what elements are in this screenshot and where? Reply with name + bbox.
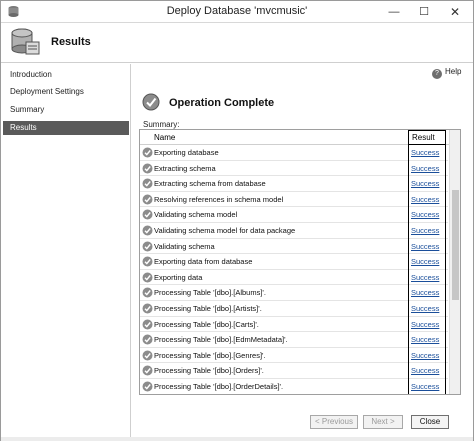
success-check-icon: [142, 365, 153, 376]
step-name: Processing Table '[dbo].[Albums]'.: [154, 288, 266, 298]
step-name: Resolving references in schema model: [154, 194, 284, 204]
table-row: Extracting schema from database Success: [140, 176, 448, 192]
step-name: Validating schema: [154, 241, 215, 251]
title-bar: Deploy Database 'mvcmusic' — ☐ ✕: [1, 1, 473, 23]
success-check-icon: [142, 319, 153, 330]
step-name: Validating schema model for data package: [154, 225, 296, 235]
summary-label: Summary:: [143, 120, 180, 129]
step-result-link[interactable]: Success: [408, 238, 446, 255]
maximize-button[interactable]: ☐: [413, 4, 435, 20]
sidebar-item-introduction[interactable]: Introduction: [3, 68, 129, 82]
step-name: Extracting schema from database: [154, 179, 266, 189]
table-row: Exporting database Success: [140, 145, 448, 161]
step-name: Extracting schema: [154, 163, 216, 173]
table-row: Processing Table '[dbo].[Artists]'. Succe…: [140, 300, 448, 317]
success-check-icon: [142, 303, 153, 314]
database-deploy-icon: [11, 28, 40, 55]
page-title: Results: [51, 36, 91, 48]
step-name: Exporting data from database: [154, 257, 253, 267]
table-row: Processing Table '[dbo].[Albums]'. Succes…: [140, 285, 448, 301]
step-name: Processing Table '[dbo].[EdmMetadata]'.: [154, 335, 288, 345]
success-check-icon: [142, 194, 153, 205]
summary-table: Name Result Exporting database Success Ex…: [139, 129, 461, 395]
table-row: Exporting data Success: [140, 269, 448, 286]
success-check-icon: [142, 334, 153, 345]
sidebar-item-summary[interactable]: Summary: [3, 103, 129, 117]
help-icon: ?: [432, 69, 442, 79]
table-rows: Exporting database Success Extracting sch…: [140, 145, 448, 394]
next-button[interactable]: Next >: [363, 415, 403, 429]
step-result-link[interactable]: Success: [408, 332, 446, 348]
deploy-database-window: Deploy Database 'mvcmusic' — ☐ ✕ Results…: [0, 0, 474, 441]
step-name: Exporting data: [154, 272, 203, 282]
operation-status-title: Operation Complete: [169, 97, 275, 109]
step-result-link[interactable]: Success: [408, 145, 446, 161]
close-button[interactable]: Close: [411, 415, 449, 429]
table-row: Validating schema Success: [140, 238, 448, 255]
success-check-icon: [142, 178, 153, 189]
step-result-link[interactable]: Success: [408, 363, 446, 379]
step-result-link[interactable]: Success: [408, 222, 446, 239]
column-header-result[interactable]: Result: [408, 130, 446, 145]
scrollbar-thumb[interactable]: [452, 190, 459, 300]
sidebar-item-results[interactable]: Results: [3, 121, 129, 135]
step-result-link[interactable]: Success: [408, 378, 446, 394]
help-label: Help: [445, 67, 462, 76]
step-name: Processing Table '[dbo].[Orders]'.: [154, 366, 264, 376]
success-check-icon: [142, 272, 153, 283]
success-check-icon: [142, 350, 153, 361]
step-result-link[interactable]: Success: [408, 269, 446, 286]
success-check-icon: [142, 147, 153, 158]
step-result-link[interactable]: Success: [408, 207, 446, 223]
table-row: Exporting data from database Success: [140, 254, 448, 270]
step-result-link[interactable]: Success: [408, 254, 446, 270]
table-row: Processing Table '[dbo].[EdmMetadata]'. S…: [140, 332, 448, 348]
table-row: Validating schema model Success: [140, 207, 448, 223]
success-check-icon: [142, 225, 153, 236]
table-row: Resolving references in schema model Succ…: [140, 191, 448, 208]
success-check-icon: [142, 287, 153, 298]
previous-button[interactable]: < Previous: [310, 415, 358, 429]
table-row: Processing Table '[dbo].[Orders]'. Succes…: [140, 363, 448, 379]
success-check-icon: [142, 381, 153, 392]
step-name: Processing Table '[dbo].[Artists]'.: [154, 303, 262, 313]
success-check-icon: [142, 241, 153, 252]
table-row: Validating schema model for data package…: [140, 222, 448, 239]
step-result-link[interactable]: Success: [408, 316, 446, 333]
bottom-edge: [1, 437, 473, 441]
step-result-link[interactable]: Success: [408, 191, 446, 208]
step-result-link[interactable]: Success: [408, 347, 446, 364]
step-result-link[interactable]: Success: [408, 176, 446, 192]
step-result-link[interactable]: Success: [408, 285, 446, 301]
table-row: Processing Table '[dbo].[Genres]'. Succes…: [140, 347, 448, 364]
column-header-name: Name: [154, 133, 176, 142]
step-result-link[interactable]: Success: [408, 300, 446, 317]
step-result-link[interactable]: Success: [408, 160, 446, 177]
step-name: Processing Table '[dbo].[Genres]'.: [154, 350, 266, 360]
sidebar-item-deployment-settings[interactable]: Deployment Settings: [3, 85, 129, 99]
success-check-icon: [142, 209, 153, 220]
minimize-button[interactable]: —: [383, 4, 405, 20]
table-row: Processing Table '[dbo].[Carts]'. Success: [140, 316, 448, 333]
table-row: Extracting schema Success: [140, 160, 448, 177]
step-name: Validating schema model: [154, 210, 238, 220]
help-link[interactable]: ? Help: [432, 67, 461, 79]
vertical-scrollbar[interactable]: [449, 130, 460, 394]
step-name: Processing Table '[dbo].[OrderDetails]'.: [154, 381, 284, 391]
table-header-row: Name Result: [140, 130, 460, 145]
table-row: Processing Table '[dbo].[OrderDetails]'.…: [140, 378, 448, 394]
step-name: Exporting database: [154, 148, 219, 157]
wizard-sidebar: Introduction Deployment Settings Summary…: [1, 64, 131, 441]
page-header: Results: [1, 23, 473, 63]
success-check-icon: [142, 256, 153, 267]
success-check-icon: [142, 163, 153, 174]
operation-complete-check-icon: [142, 93, 160, 111]
step-name: Processing Table '[dbo].[Carts]'.: [154, 319, 259, 329]
close-window-button[interactable]: ✕: [444, 4, 466, 20]
